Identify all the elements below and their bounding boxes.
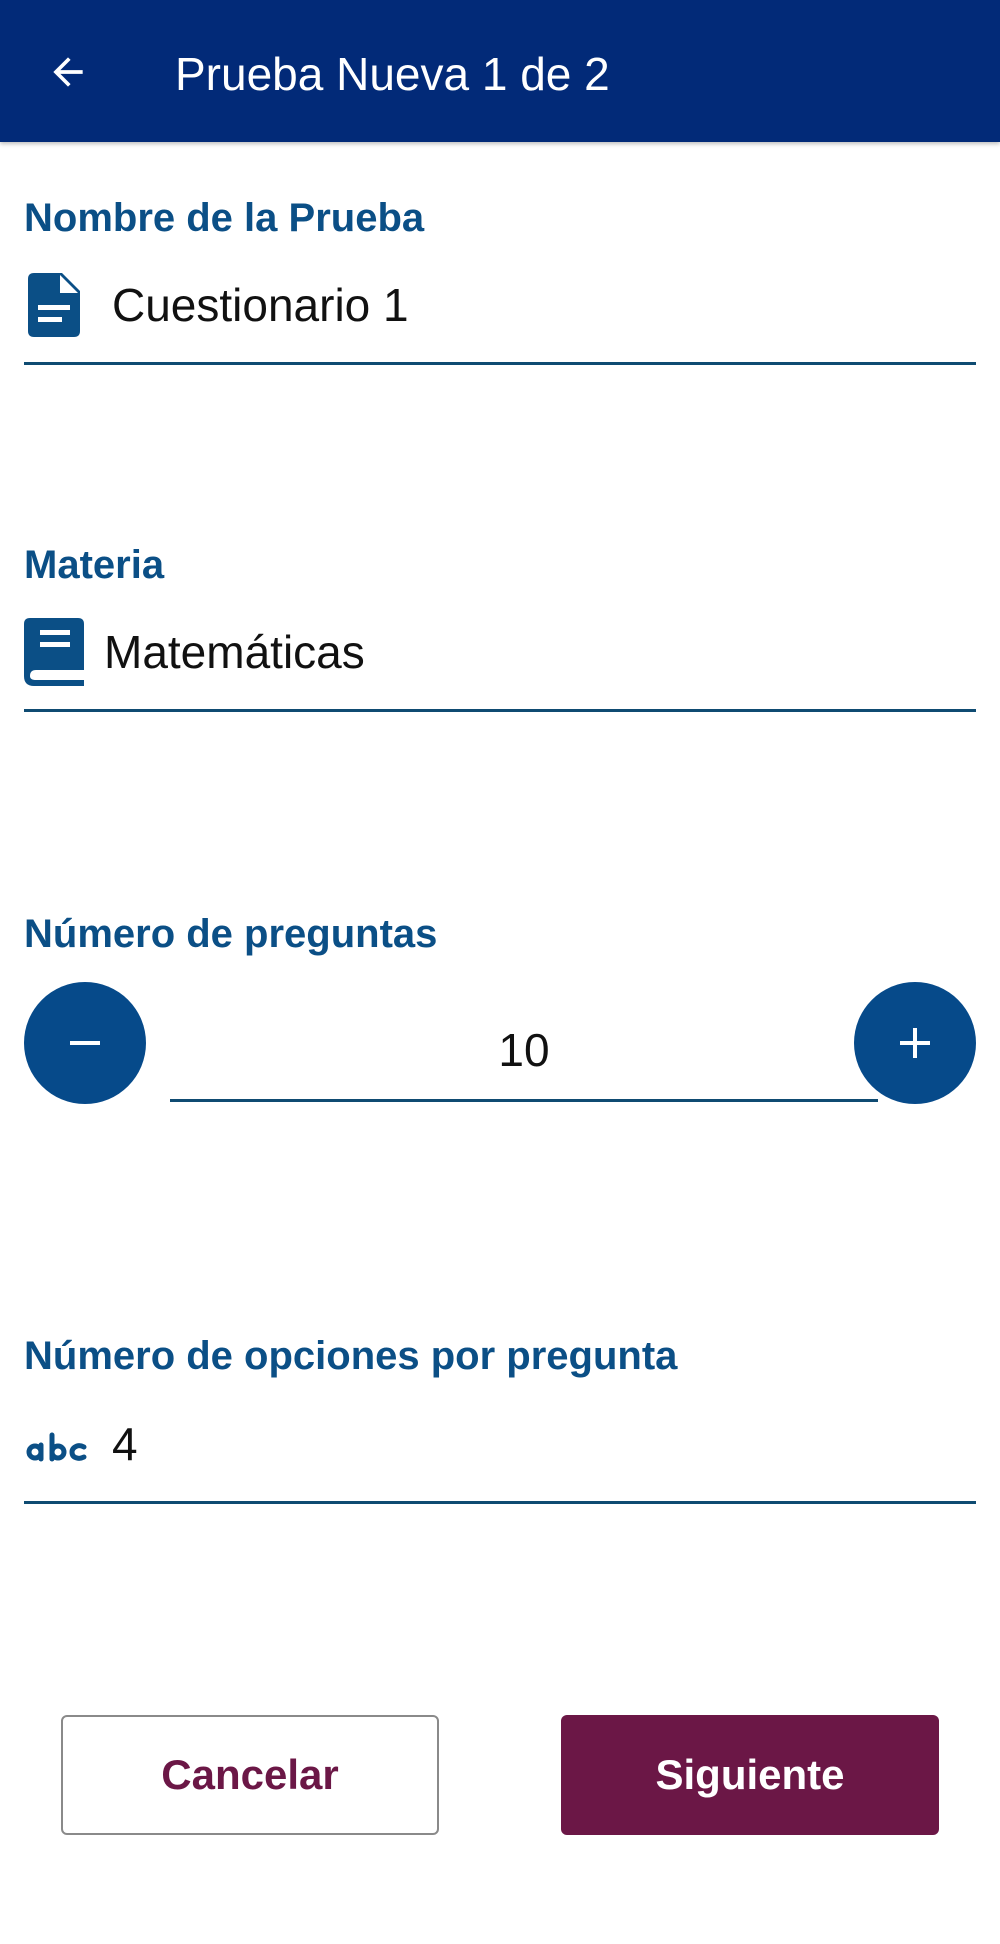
cancel-button[interactable]: Cancelar [61,1715,439,1835]
options-per-question-underline [24,1501,976,1504]
question-count-underline [170,1099,878,1102]
test-name-field[interactable] [24,265,976,365]
options-per-question-label: Número de opciones por pregunta [24,1334,678,1378]
abc-icon [26,1432,88,1462]
subject-input[interactable] [104,622,944,682]
increment-button[interactable] [854,982,976,1104]
book-icon [24,618,84,686]
subject-underline [24,709,976,712]
plus-icon [900,1028,930,1058]
question-count-field[interactable]: 10 [170,982,878,1102]
test-name-label: Nombre de la Prueba [24,196,425,240]
test-name-input[interactable] [112,275,952,335]
back-button[interactable] [38,42,98,102]
minus-icon [70,1041,100,1045]
options-per-question-input[interactable] [112,1414,952,1474]
decrement-button[interactable] [24,982,146,1104]
new-test-screen: Prueba Nueva 1 de 2 Nombre de la Prueba … [0,0,1000,1944]
next-button[interactable]: Siguiente [561,1715,939,1835]
question-count-label: Número de preguntas [24,912,438,956]
page-title: Prueba Nueva 1 de 2 [175,48,610,100]
question-count-stepper: 10 [24,982,976,1104]
options-per-question-field[interactable] [24,1404,976,1504]
test-name-underline [24,362,976,365]
arrow-left-icon [53,57,83,87]
app-bar: Prueba Nueva 1 de 2 [0,0,1000,142]
question-count-value: 10 [498,1024,550,1076]
subject-label: Materia [24,543,165,587]
document-icon [28,273,80,337]
subject-field[interactable] [24,612,976,712]
